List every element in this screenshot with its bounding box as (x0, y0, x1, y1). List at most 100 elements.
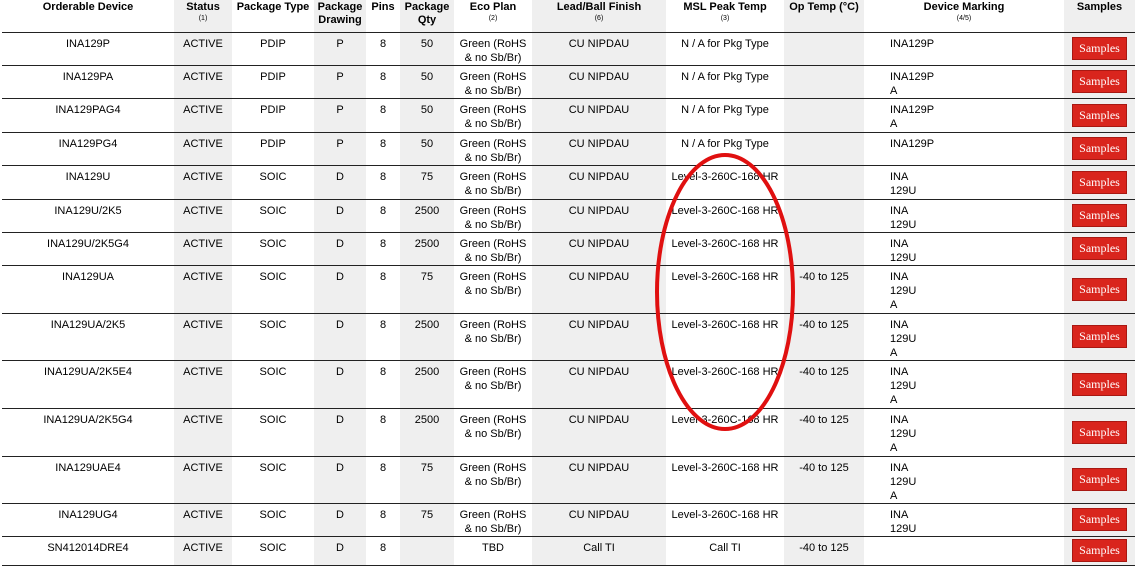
eco-plan-cell: Green (RoHS & no Sb/Br) (454, 408, 532, 456)
package-type-cell: PDIP (260, 137, 286, 150)
op-temp-cell: -40 to 125 (784, 360, 864, 408)
table-header-row: Orderable Device Status (1) Package Type … (2, 0, 1135, 32)
msl-peak-temp-cell: Call TI (709, 541, 741, 554)
status-cell: ACTIVE (174, 536, 232, 565)
samples-cell: Samples (1064, 503, 1135, 536)
header-msl-peak-temp: MSL Peak Temp (3) (683, 1, 767, 22)
pins-cell: 8 (379, 270, 387, 283)
samples-button[interactable]: Samples (1072, 237, 1127, 260)
samples-button[interactable]: Samples (1072, 137, 1127, 160)
eco-plan-cell-line: Green (RoHS (459, 170, 527, 183)
pins-cell: 8 (379, 103, 387, 116)
lead-finish-cell: CU NIPDAU (532, 165, 666, 199)
device-cell: INA129UAE4 (55, 461, 121, 474)
package-drawing-cell: D (314, 165, 366, 199)
package-drawing-cell: D (314, 360, 366, 408)
samples-button[interactable]: Samples (1072, 372, 1127, 396)
samples-cell: Samples (1064, 408, 1135, 456)
device-marking-cell-line: A (890, 441, 898, 454)
eco-plan-cell-line: & no Sb/Br) (464, 251, 522, 264)
package-type-cell: SOIC (259, 237, 287, 250)
device-marking-cell-line: INA (890, 270, 909, 283)
status-cell: ACTIVE (174, 65, 232, 98)
package-drawing-cell: D (314, 313, 366, 360)
device-marking-cell-line: 129U (890, 475, 917, 488)
op-temp-cell: -40 to 125 (784, 408, 864, 456)
device-marking-cell: INA129P A (864, 65, 1064, 98)
device-cell: INA129PG4 (58, 137, 118, 150)
eco-plan-cell: Green (RoHS & no Sb/Br) (454, 313, 532, 360)
eco-plan-cell-line: & no Sb/Br) (464, 184, 522, 197)
eco-plan-cell-line: & no Sb/Br) (464, 379, 522, 392)
msl-peak-temp-cell: Level-3-260C-168 HR (671, 413, 779, 426)
device-cell: INA129PA (62, 70, 114, 83)
device-cell: INA129U (65, 170, 111, 183)
package-qty-cell: 75 (400, 456, 454, 503)
lead-finish-cell: Call TI (532, 536, 666, 565)
package-drawing-cell: D (314, 199, 366, 232)
msl-peak-temp-cell: Level-3-260C-168 HR (671, 365, 779, 378)
package-drawing-cell: D (314, 232, 366, 265)
status-cell: ACTIVE (174, 360, 232, 408)
pins-cell: 8 (379, 170, 387, 183)
package-qty-cell: 50 (400, 65, 454, 98)
device-marking-cell-line: A (890, 117, 898, 130)
device-marking-cell-line: INA (890, 170, 909, 183)
orderable-devices-table: Orderable Device Status (1) Package Type … (2, 0, 1135, 566)
status-cell: ACTIVE (174, 199, 232, 232)
device-marking-cell-line: 129U (890, 332, 917, 345)
table-row: INA129PG4 ACTIVE PDIP P 8 50 Green (RoHS & no S… (2, 132, 1135, 165)
device-marking-cell-line: INA129P (890, 103, 935, 116)
samples-cell: Samples (1064, 360, 1135, 408)
table-row: INA129UA/2K5G4 ACTIVE SOIC D 8 2500 Green (RoH… (2, 408, 1135, 456)
device-marking-cell (864, 536, 1064, 565)
samples-button[interactable]: Samples (1072, 37, 1127, 60)
samples-cell: Samples (1064, 536, 1135, 565)
package-qty-cell: 2500 (400, 199, 454, 232)
package-type-cell: SOIC (259, 365, 287, 378)
device-cell: INA129UA/2K5G4 (43, 413, 133, 426)
package-drawing-cell: P (314, 132, 366, 165)
samples-cell: Samples (1064, 456, 1135, 503)
header-eco-plan: Eco Plan (2) (469, 1, 517, 22)
header-device-marking: Device Marking (4/5) (923, 1, 1005, 22)
eco-plan-cell-line: Green (RoHS (459, 461, 527, 474)
msl-peak-temp-cell: N / A for Pkg Type (681, 37, 769, 50)
package-type-cell: SOIC (259, 170, 287, 183)
device-marking-cell: INA 129U A (864, 313, 1064, 360)
eco-plan-cell-line: & no Sb/Br) (464, 475, 522, 488)
eco-plan-cell-line: TBD (482, 541, 504, 554)
samples-button[interactable]: Samples (1072, 277, 1127, 301)
eco-plan-cell-line: & no Sb/Br) (464, 51, 522, 64)
samples-button[interactable]: Samples (1072, 170, 1127, 194)
package-type-cell: SOIC (259, 413, 287, 426)
eco-plan-cell: Green (RoHS & no Sb/Br) (454, 456, 532, 503)
samples-button[interactable]: Samples (1072, 539, 1127, 562)
table-row: INA129UG4 ACTIVE SOIC D 8 75 Green (RoHS & no S… (2, 503, 1135, 536)
lead-finish-cell: CU NIPDAU (532, 313, 666, 360)
package-qty-cell (400, 536, 454, 565)
msl-peak-temp-cell: Level-3-260C-168 HR (671, 204, 779, 217)
samples-button[interactable]: Samples (1072, 420, 1127, 444)
lead-finish-cell: CU NIPDAU (532, 408, 666, 456)
eco-plan-cell-line: & no Sb/Br) (464, 332, 522, 345)
eco-plan-cell: Green (RoHS & no Sb/Br) (454, 232, 532, 265)
op-temp-cell (784, 232, 864, 265)
msl-peak-temp-cell: Level-3-260C-168 HR (671, 270, 779, 283)
eco-plan-cell-line: & no Sb/Br) (464, 218, 522, 231)
samples-button[interactable]: Samples (1072, 204, 1127, 227)
samples-cell: Samples (1064, 313, 1135, 360)
device-marking-cell-line: 129U (890, 284, 917, 297)
samples-button[interactable]: Samples (1072, 468, 1127, 491)
lead-finish-cell: CU NIPDAU (532, 232, 666, 265)
status-cell: ACTIVE (174, 408, 232, 456)
device-marking-cell-line: INA (890, 318, 909, 331)
samples-button[interactable]: Samples (1072, 325, 1127, 348)
package-qty-cell: 75 (400, 165, 454, 199)
lead-finish-cell: CU NIPDAU (532, 65, 666, 98)
samples-button[interactable]: Samples (1072, 70, 1127, 93)
table-row: INA129UA ACTIVE SOIC D 8 75 Green (RoHS & no Sb… (2, 265, 1135, 313)
samples-button[interactable]: Samples (1072, 103, 1127, 127)
samples-button[interactable]: Samples (1072, 508, 1127, 531)
pins-cell: 8 (379, 37, 387, 50)
